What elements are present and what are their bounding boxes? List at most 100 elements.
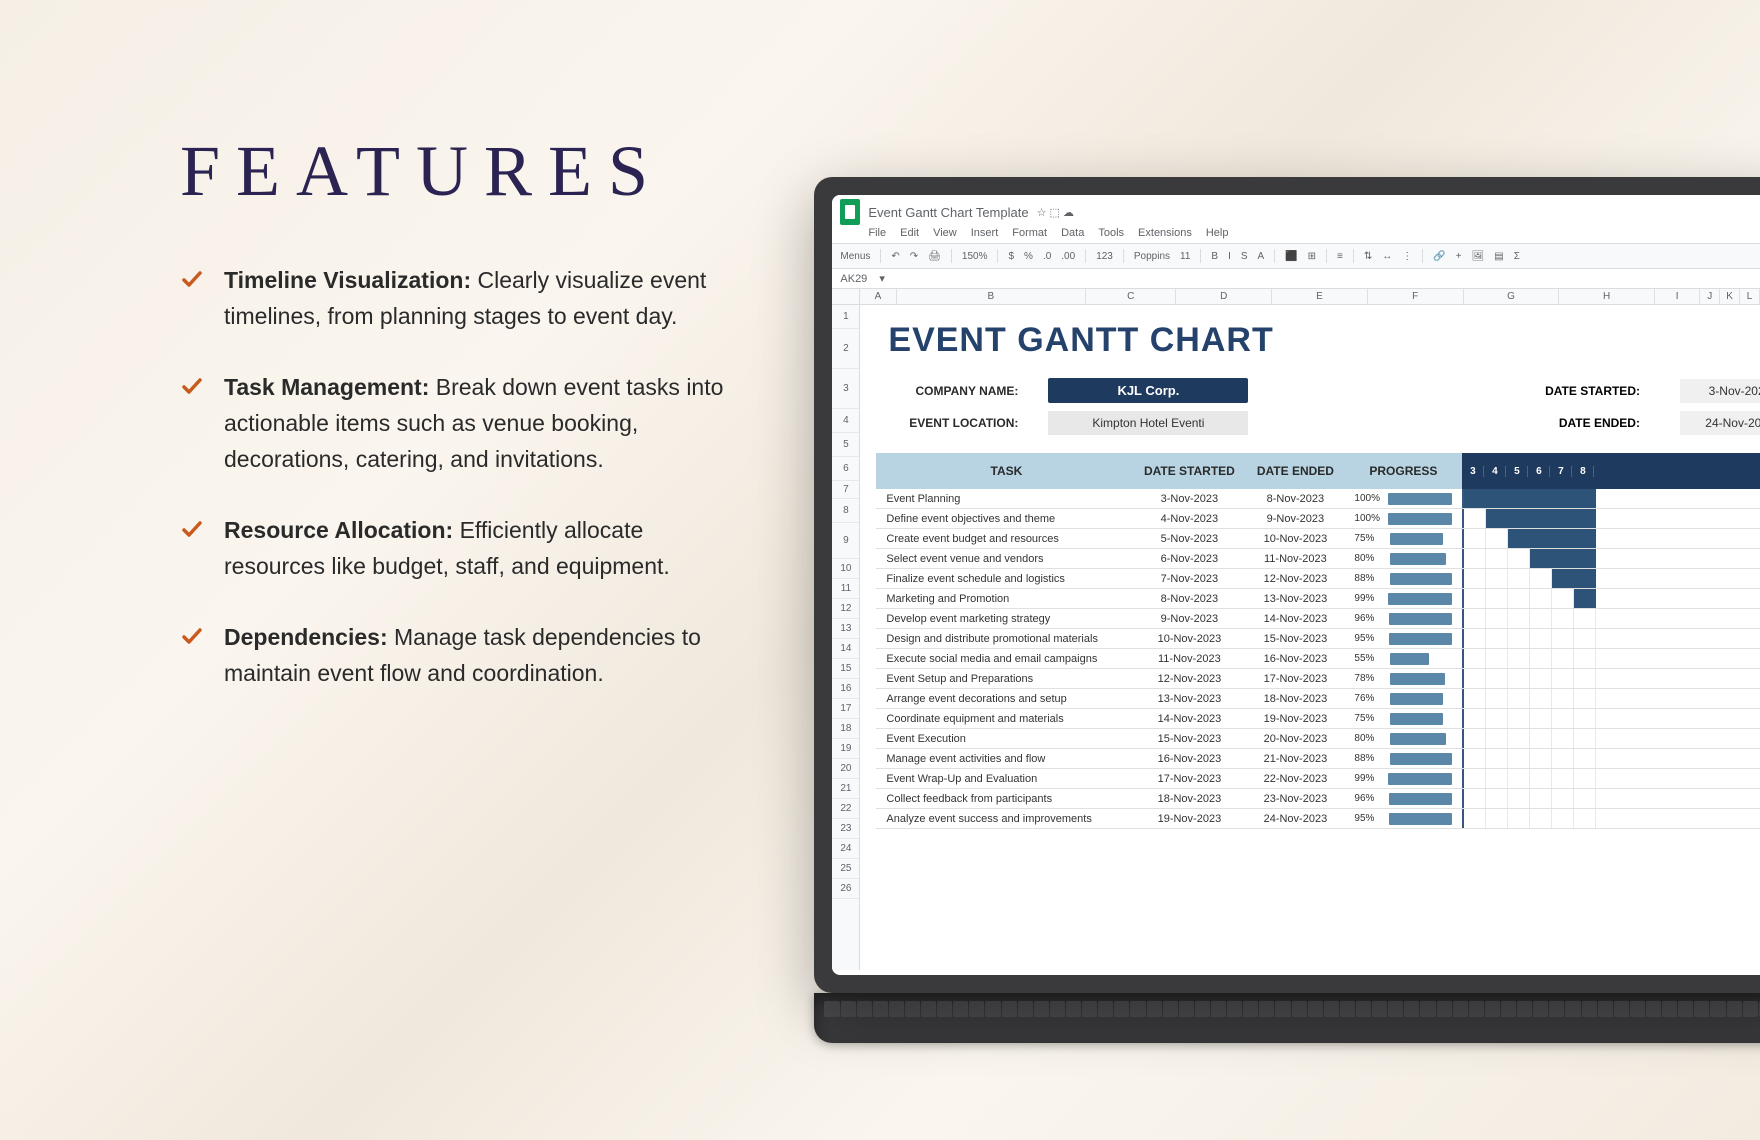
toolbar-button[interactable]: ⋮ xyxy=(1402,251,1412,262)
toolbar-button[interactable]: ⇅ xyxy=(1364,251,1372,262)
row-number[interactable]: 14 xyxy=(832,639,859,659)
table-row[interactable]: Analyze event success and improvements19… xyxy=(876,809,1760,829)
menu-extensions[interactable]: Extensions xyxy=(1138,227,1192,239)
toolbar-button[interactable]: 🖨 xyxy=(928,251,941,262)
menu-data[interactable]: Data xyxy=(1061,227,1084,239)
toolbar-button[interactable]: 🔗 xyxy=(1433,251,1445,262)
row-number[interactable]: 15 xyxy=(832,659,859,679)
toolbar-button[interactable]: B xyxy=(1211,251,1218,262)
table-row[interactable]: Event Setup and Preparations12-Nov-20231… xyxy=(876,669,1760,689)
toolbar-button[interactable]: .00 xyxy=(1061,251,1075,262)
column-header[interactable]: L xyxy=(1740,289,1760,304)
toolbar-button[interactable]: A xyxy=(1258,251,1265,262)
table-row[interactable]: Event Execution15-Nov-202320-Nov-202380% xyxy=(876,729,1760,749)
row-number[interactable]: 5 xyxy=(832,433,859,457)
toolbar-button[interactable]: I xyxy=(1228,251,1231,262)
row-number[interactable]: 26 xyxy=(832,879,859,899)
toolbar-button[interactable]: ⊞ xyxy=(1308,251,1316,262)
row-number[interactable]: 18 xyxy=(832,719,859,739)
table-row[interactable]: Design and distribute promotional materi… xyxy=(876,629,1760,649)
date-started-value[interactable]: 3-Nov-2023 xyxy=(1680,379,1760,403)
row-number[interactable]: 19 xyxy=(832,739,859,759)
toolbar-button[interactable]: ≡ xyxy=(1337,251,1343,262)
menu-edit[interactable]: Edit xyxy=(900,227,919,239)
menu-insert[interactable]: Insert xyxy=(971,227,999,239)
menu-tools[interactable]: Tools xyxy=(1098,227,1124,239)
table-row[interactable]: Manage event activities and flow16-Nov-2… xyxy=(876,749,1760,769)
column-header[interactable]: J xyxy=(1700,289,1720,304)
toolbar-button[interactable]: + xyxy=(1456,251,1462,262)
table-row[interactable]: Develop event marketing strategy9-Nov-20… xyxy=(876,609,1760,629)
table-row[interactable]: Arrange event decorations and setup13-No… xyxy=(876,689,1760,709)
table-row[interactable]: Define event objectives and theme4-Nov-2… xyxy=(876,509,1760,529)
menu-view[interactable]: View xyxy=(933,227,957,239)
row-number[interactable]: 6 xyxy=(832,457,859,481)
toolbar-button[interactable]: 150% xyxy=(962,251,988,262)
toolbar-button[interactable]: Poppins xyxy=(1134,251,1170,262)
column-header[interactable]: G xyxy=(1464,289,1560,304)
title-action-icons[interactable]: ☆ ⬚ ☁ xyxy=(1037,206,1074,219)
column-header[interactable]: B xyxy=(897,289,1087,304)
column-header[interactable]: F xyxy=(1368,289,1464,304)
toolbar-button[interactable]: 🖼 xyxy=(1472,251,1485,262)
table-row[interactable]: Create event budget and resources5-Nov-2… xyxy=(876,529,1760,549)
row-number[interactable]: 25 xyxy=(832,859,859,879)
toolbar-button[interactable]: .0 xyxy=(1043,251,1051,262)
toolbar-button[interactable]: 123 xyxy=(1096,251,1113,262)
row-number[interactable]: 7 xyxy=(832,481,859,499)
row-number[interactable]: 13 xyxy=(832,619,859,639)
column-header[interactable]: H xyxy=(1559,289,1655,304)
table-row[interactable]: Finalize event schedule and logistics7-N… xyxy=(876,569,1760,589)
row-number[interactable]: 11 xyxy=(832,579,859,599)
date-ended-value[interactable]: 24-Nov-2023 xyxy=(1680,411,1760,435)
row-number[interactable]: 3 xyxy=(832,369,859,409)
row-number[interactable]: 2 xyxy=(832,329,859,369)
column-header[interactable]: C xyxy=(1086,289,1176,304)
row-number[interactable]: 9 xyxy=(832,523,859,559)
row-number[interactable]: 24 xyxy=(832,839,859,859)
column-header[interactable]: A xyxy=(860,289,896,304)
table-row[interactable]: Execute social media and email campaigns… xyxy=(876,649,1760,669)
column-header[interactable]: E xyxy=(1272,289,1368,304)
row-number[interactable]: 10 xyxy=(832,559,859,579)
toolbar-button[interactable]: 11 xyxy=(1180,251,1190,262)
menu-format[interactable]: Format xyxy=(1012,227,1047,239)
cell-reference[interactable]: AK29 xyxy=(840,273,867,285)
document-title[interactable]: Event Gantt Chart Template xyxy=(868,205,1028,220)
row-number[interactable]: 22 xyxy=(832,799,859,819)
toolbar-button[interactable]: ↷ xyxy=(910,251,918,262)
table-row[interactable]: Event Planning3-Nov-20238-Nov-2023100% xyxy=(876,489,1760,509)
toolbar-button[interactable]: ▤ xyxy=(1494,251,1503,262)
toolbar-button[interactable]: $ xyxy=(1008,251,1014,262)
toolbar-button[interactable]: ⬛ xyxy=(1285,251,1297,262)
location-value[interactable]: Kimpton Hotel Eventi xyxy=(1048,411,1248,435)
row-number[interactable]: 21 xyxy=(832,779,859,799)
column-header[interactable]: I xyxy=(1655,289,1700,304)
company-dropdown[interactable]: KJL Corp. xyxy=(1048,378,1248,403)
toolbar-button[interactable]: ↶ xyxy=(891,251,899,262)
row-number[interactable]: 23 xyxy=(832,819,859,839)
column-header[interactable]: D xyxy=(1176,289,1272,304)
menu-file[interactable]: File xyxy=(868,227,886,239)
column-header[interactable]: K xyxy=(1720,289,1740,304)
row-number[interactable]: 17 xyxy=(832,699,859,719)
table-row[interactable]: Coordinate equipment and materials14-Nov… xyxy=(876,709,1760,729)
table-row[interactable]: Event Wrap-Up and Evaluation17-Nov-20232… xyxy=(876,769,1760,789)
row-number[interactable]: 8 xyxy=(832,499,859,523)
table-row[interactable]: Marketing and Promotion8-Nov-202313-Nov-… xyxy=(876,589,1760,609)
row-number[interactable]: 1 xyxy=(832,305,859,329)
toolbar-button[interactable]: S xyxy=(1241,251,1248,262)
toolbar-button[interactable]: % xyxy=(1024,251,1033,262)
toolbar-button[interactable]: Menus xyxy=(840,251,870,262)
spreadsheet-content[interactable]: EVENT GANTT CHART COMPANY NAME: KJL Corp… xyxy=(860,305,1760,970)
menu-help[interactable]: Help xyxy=(1206,227,1229,239)
row-number[interactable]: 12 xyxy=(832,599,859,619)
row-number[interactable]: 20 xyxy=(832,759,859,779)
toolbar-button[interactable]: Σ xyxy=(1514,251,1520,262)
toolbar-button[interactable]: ↔ xyxy=(1382,251,1392,262)
table-row[interactable]: Select event venue and vendors6-Nov-2023… xyxy=(876,549,1760,569)
cell-dropdown-icon[interactable]: ▾ xyxy=(879,272,885,285)
row-number[interactable]: 4 xyxy=(832,409,859,433)
row-number[interactable]: 16 xyxy=(832,679,859,699)
table-row[interactable]: Collect feedback from participants18-Nov… xyxy=(876,789,1760,809)
